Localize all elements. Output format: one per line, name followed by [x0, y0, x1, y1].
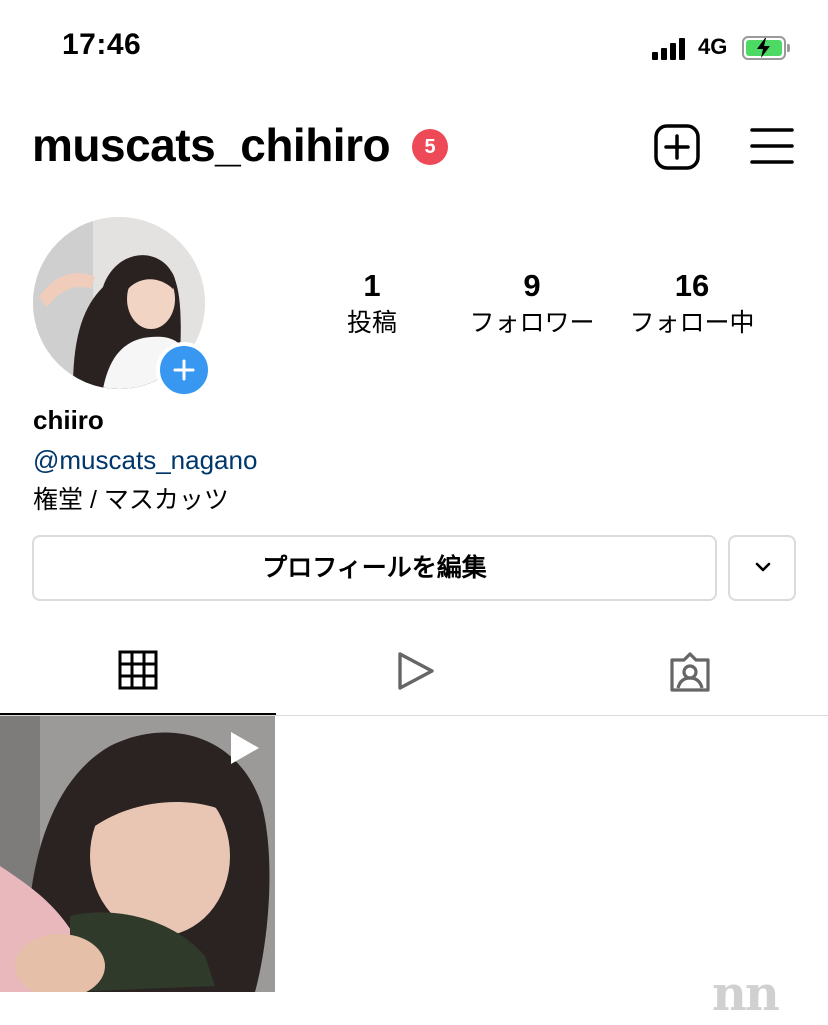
- stat-followers-label: フォロワー: [469, 309, 595, 337]
- stat-following[interactable]: 16 フォロー中: [622, 266, 762, 340]
- signal-icon: [652, 38, 690, 60]
- network-type: 4G: [698, 34, 728, 59]
- reels-play-icon: [398, 652, 434, 690]
- notification-badge[interactable]: 5: [412, 129, 448, 165]
- menu-button[interactable]: [750, 126, 794, 171]
- stat-posts-label: 投稿: [346, 309, 397, 337]
- profile-mention-link[interactable]: @muscats_nagano: [33, 445, 257, 476]
- tab-tagged[interactable]: [552, 628, 828, 716]
- watermark-logo: nn: [712, 966, 780, 1022]
- stat-followers[interactable]: 9 フォロワー: [462, 266, 602, 340]
- stat-following-label: フォロー中: [629, 309, 755, 337]
- add-story-button[interactable]: [156, 342, 212, 398]
- stat-following-value: 16: [674, 268, 710, 303]
- tagged-person-icon: [670, 652, 710, 692]
- discover-people-button[interactable]: [728, 535, 796, 601]
- plus-icon: [173, 359, 195, 381]
- hamburger-menu-icon: [750, 128, 794, 164]
- new-post-button[interactable]: [654, 124, 700, 175]
- profile-bio-text: 権堂 / マスカッツ: [33, 486, 229, 514]
- reel-indicator-icon: [231, 732, 259, 764]
- battery-icon: [742, 36, 790, 60]
- stat-posts-value: 1: [363, 268, 381, 303]
- grid-icon: [118, 650, 158, 690]
- edit-profile-button[interactable]: プロフィールを編集: [32, 535, 717, 601]
- stat-followers-value: 9: [523, 268, 541, 303]
- active-tab-indicator: [0, 713, 276, 715]
- tab-posts-grid[interactable]: [0, 628, 276, 716]
- chevron-down-icon: [755, 562, 771, 572]
- status-time: 17:46: [62, 28, 142, 61]
- profile-display-name: chiiro: [33, 405, 104, 435]
- post-thumbnail[interactable]: [0, 716, 275, 992]
- tab-reels[interactable]: [276, 628, 552, 716]
- stat-posts[interactable]: 1 投稿: [302, 266, 442, 340]
- plus-square-icon: [654, 124, 700, 170]
- profile-username[interactable]: muscats_chihiro: [32, 118, 391, 172]
